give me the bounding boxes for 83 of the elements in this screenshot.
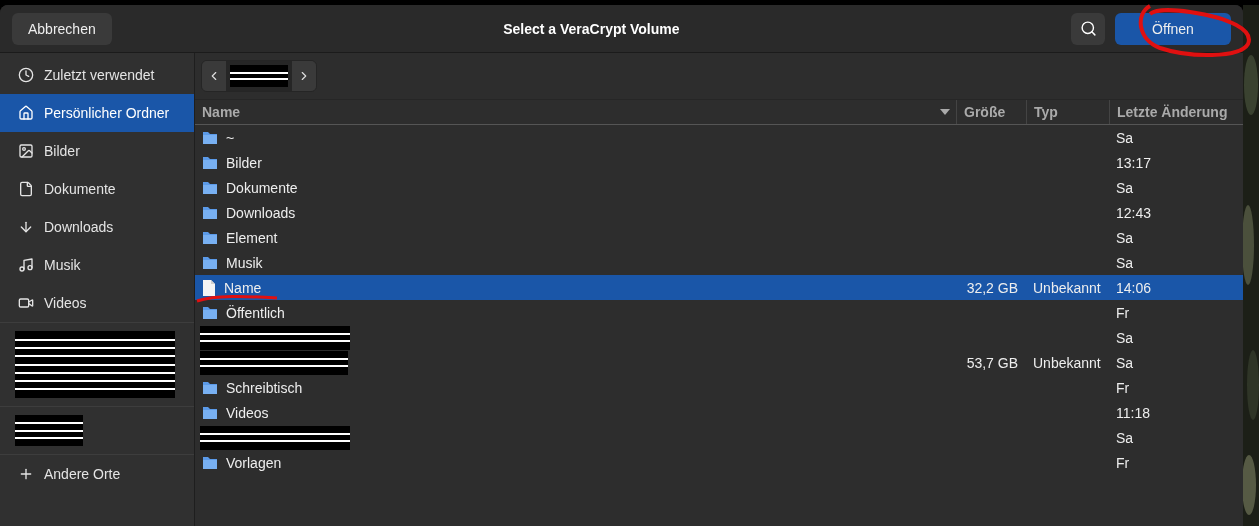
file-row[interactable]: Videos 11:18	[195, 400, 1243, 425]
folder-icon	[202, 129, 218, 146]
music-icon	[18, 257, 34, 273]
file-type: Unbekannt	[1033, 279, 1101, 296]
sidebar-item[interactable]: Downloads	[0, 208, 194, 246]
folder-icon	[202, 204, 218, 221]
clock-icon	[18, 67, 34, 83]
cancel-button[interactable]: Abbrechen	[12, 12, 112, 45]
file-name: Name	[224, 279, 262, 296]
file-name: ~	[226, 129, 235, 146]
file-size: 32,2 GB	[966, 279, 1018, 296]
folder-icon	[202, 179, 218, 196]
file-size: 53,7 GB	[966, 354, 1018, 371]
file-row[interactable]: Element Sa	[195, 225, 1243, 250]
forward-button[interactable]	[292, 61, 316, 91]
folder-icon	[202, 379, 218, 396]
modified-date: 12:43	[1116, 204, 1152, 221]
modified-date: Sa	[1116, 429, 1134, 446]
home-icon	[18, 105, 34, 121]
modified-date: Sa	[1116, 229, 1134, 246]
file-type: Unbekannt	[1033, 354, 1101, 371]
modified-date: Sa	[1116, 179, 1134, 196]
folder-icon	[202, 229, 218, 246]
file-row[interactable]: Sa	[195, 325, 1243, 350]
folder-icon	[202, 454, 218, 471]
file-name: Musik	[226, 254, 263, 271]
folder-icon	[202, 254, 218, 271]
file-row[interactable]: Schreibtisch Fr	[195, 375, 1243, 400]
file-icon	[202, 279, 216, 296]
folder-icon	[202, 404, 218, 421]
sidebar-item[interactable]: Videos	[0, 284, 194, 322]
modified-date: Sa	[1116, 254, 1134, 271]
modified-date: Fr	[1116, 304, 1130, 321]
sidebar-item[interactable]: Andere Orte	[0, 455, 194, 493]
modified-date: Fr	[1116, 379, 1130, 396]
search-icon	[1079, 20, 1097, 37]
file-name: Schreibtisch	[226, 379, 303, 396]
file-row[interactable]: Name 32,2 GB Unbekannt 14:06	[195, 275, 1243, 300]
back-button[interactable]	[202, 61, 226, 91]
file-name: Downloads	[226, 204, 296, 221]
file-row[interactable]: ~ Sa	[195, 125, 1243, 150]
image-icon	[18, 143, 34, 159]
file-row[interactable]: Dokumente Sa	[195, 175, 1243, 200]
modified-date: 11:18	[1116, 404, 1150, 421]
file-name: Videos	[226, 404, 269, 421]
sidebar-item[interactable]: Musik	[0, 246, 194, 284]
modified-date: Sa	[1116, 329, 1134, 346]
modified-date: Sa	[1116, 354, 1134, 371]
redaction-mark	[230, 65, 288, 87]
file-row[interactable]: Sa	[195, 425, 1243, 450]
column-header[interactable]: Größe	[956, 100, 1026, 124]
redaction-mark	[15, 415, 83, 446]
modified-date: 13:17	[1116, 154, 1152, 171]
column-header[interactable]: Typ	[1026, 100, 1109, 124]
file-row[interactable]: 53,7 GB Unbekannt Sa	[195, 350, 1243, 375]
file-name: Vorlagen	[226, 454, 282, 471]
file-row[interactable]: Öffentlich Fr	[195, 300, 1243, 325]
video-icon	[18, 295, 34, 311]
file-row[interactable]: Downloads 12:43	[195, 200, 1243, 225]
folder-icon	[202, 304, 218, 321]
modified-date: Fr	[1116, 454, 1130, 471]
open-button[interactable]: Öffnen	[1115, 12, 1231, 45]
modified-date: 14:06	[1116, 279, 1152, 296]
sidebar-item[interactable]: Dokumente	[0, 170, 194, 208]
file-name: Bilder	[226, 154, 262, 171]
download-icon	[18, 219, 34, 235]
sidebar-item[interactable]: Zuletzt verwendet	[0, 56, 194, 94]
sort-icon	[940, 109, 950, 115]
document-icon	[18, 181, 34, 197]
file-row[interactable]: Musik Sa	[195, 250, 1243, 275]
modified-date: Sa	[1116, 129, 1134, 146]
folder-icon	[202, 154, 218, 171]
sidebar-item[interactable]: Bilder	[0, 132, 194, 170]
search-button[interactable]	[1071, 12, 1105, 45]
sidebar-item[interactable]: Persönlicher Ordner	[0, 94, 194, 132]
file-name: Element	[226, 229, 278, 246]
plus-icon	[18, 466, 34, 482]
file-name: Dokumente	[226, 179, 298, 196]
file-row[interactable]: Bilder 13:17	[195, 150, 1243, 175]
file-name: Öffentlich	[226, 304, 285, 321]
file-row[interactable]: Vorlagen Fr	[195, 450, 1243, 475]
window-title: Select a VeraCrypt Volume	[502, 20, 681, 37]
column-header[interactable]: Name	[195, 100, 956, 124]
